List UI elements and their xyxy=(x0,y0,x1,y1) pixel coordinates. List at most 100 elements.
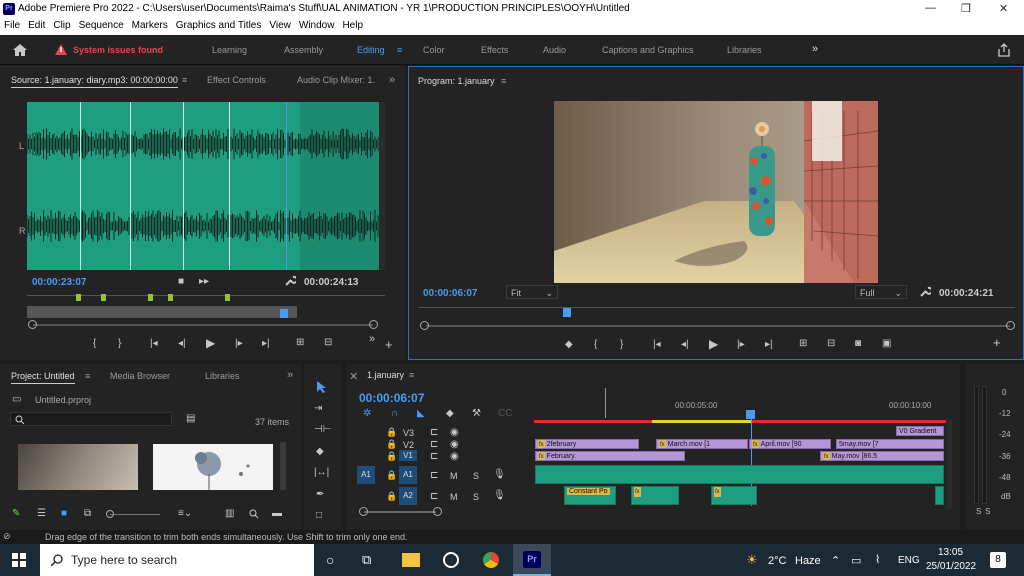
more-tabs-icon[interactable]: » xyxy=(389,74,395,86)
battery-icon[interactable]: ▭ xyxy=(851,554,861,567)
icon-view-icon[interactable]: ■ xyxy=(61,509,67,519)
clip-april[interactable]: fx April.mov [90 xyxy=(749,439,831,449)
source-marker-5[interactable] xyxy=(225,294,230,301)
audio-clip-a1[interactable] xyxy=(535,465,944,484)
project-menu-icon[interactable]: ≡ xyxy=(85,371,90,381)
go-to-out-icon[interactable]: ▸| xyxy=(262,339,270,349)
source-add-button-icon[interactable]: + xyxy=(385,338,393,351)
menu-help[interactable]: Help xyxy=(338,18,367,35)
rectangle-tool-icon[interactable]: □ xyxy=(316,511,322,521)
source-in-timecode[interactable]: 00:00:23:07 xyxy=(32,277,86,288)
extract-icon[interactable]: ⊟ xyxy=(827,339,835,349)
menu-file[interactable]: File xyxy=(0,18,24,35)
project-search-input[interactable] xyxy=(10,412,172,426)
step-forward-icon[interactable]: |▸ xyxy=(737,340,745,350)
quality-dropdown[interactable]: Full ⌄ xyxy=(855,285,907,299)
mute-button[interactable]: M xyxy=(450,471,458,481)
timeline-vertical-scroll[interactable] xyxy=(946,419,952,509)
menu-sequence[interactable]: Sequence xyxy=(75,18,128,35)
eye-icon[interactable]: ◉ xyxy=(450,428,459,438)
export-frame-icon[interactable]: ◙ xyxy=(855,339,861,349)
tab-project[interactable]: Project: Untitled xyxy=(11,371,75,384)
audio-clip-a2-4[interactable] xyxy=(935,486,944,505)
more-workspaces-icon[interactable]: » xyxy=(812,43,818,55)
weather-temp[interactable]: 2°C xyxy=(768,555,786,567)
mark-out-icon[interactable]: } xyxy=(620,340,623,350)
list-view-icon[interactable]: ☰ xyxy=(37,509,46,519)
clock-date[interactable]: 25/01/2022 xyxy=(926,561,976,572)
program-timecode[interactable]: 00:00:06:07 xyxy=(423,288,477,299)
source-playhead[interactable] xyxy=(286,102,287,270)
track-target-a1[interactable]: A1 xyxy=(399,466,417,484)
source-marker-3[interactable] xyxy=(148,294,153,301)
tab-program[interactable]: Program: 1.january xyxy=(418,76,495,88)
show-hidden-icons-icon[interactable]: ⌃ xyxy=(831,554,840,567)
source-patch-a1[interactable]: A1 xyxy=(357,466,375,484)
sync-lock-icon[interactable]: ⊏ xyxy=(430,440,438,450)
source-menu-icon[interactable]: ≡ xyxy=(182,75,187,85)
source-in-out-range[interactable] xyxy=(27,306,297,318)
source-more-icon[interactable]: » xyxy=(369,334,375,345)
lift-icon[interactable]: ⊞ xyxy=(799,339,807,349)
clip-may[interactable]: fx May.mov [86.5 xyxy=(820,451,944,461)
menu-markers[interactable]: Markers xyxy=(128,18,172,35)
wrench-icon[interactable] xyxy=(284,275,296,287)
captions-icon[interactable]: CC xyxy=(498,409,512,419)
add-marker-icon[interactable]: ◆ xyxy=(565,340,573,350)
wrench-icon[interactable] xyxy=(919,286,931,298)
insert-icon[interactable]: ▸▸ xyxy=(199,277,209,287)
program-zoom-bar[interactable] xyxy=(426,325,1010,327)
marker-icon[interactable]: ■ xyxy=(178,277,184,287)
pen-tool-icon[interactable]: ✒ xyxy=(316,490,324,500)
eye-icon[interactable]: ◉ xyxy=(450,452,459,462)
sync-lock-icon[interactable]: ⊏ xyxy=(430,428,438,438)
clip-march[interactable]: fx March.mov [1 xyxy=(656,439,748,449)
selection-tool-icon[interactable] xyxy=(316,380,328,394)
workspace-tab-audio[interactable]: Audio xyxy=(543,45,566,55)
track-target-v1[interactable]: V1 xyxy=(399,450,417,461)
clip-february[interactable]: fx February. xyxy=(535,451,685,461)
sync-lock-icon[interactable]: ⊏ xyxy=(430,452,438,462)
workspace-tab-libraries[interactable]: Libraries xyxy=(727,45,762,55)
track-select-tool-icon[interactable]: ⇥ xyxy=(314,404,322,414)
tab-audio-clip-mixer[interactable]: Audio Clip Mixer: 1. xyxy=(297,75,375,85)
sync-lock-icon[interactable]: ⊏ xyxy=(430,471,438,481)
add-marker-icon[interactable]: ◆ xyxy=(446,409,454,419)
audio-waveform[interactable] xyxy=(27,102,379,270)
clip-thumbnail-2[interactable] xyxy=(153,444,273,490)
clock-time[interactable]: 13:05 xyxy=(938,547,963,558)
step-forward-icon[interactable]: |▸ xyxy=(235,339,243,349)
insert-button-icon[interactable]: ⊞ xyxy=(296,338,304,348)
razor-tool-icon[interactable]: ◆ xyxy=(316,447,324,457)
premiere-taskbar-button[interactable]: Pr xyxy=(513,544,551,576)
source-zoom-bar[interactable] xyxy=(33,324,373,326)
program-playhead-handle[interactable] xyxy=(563,308,571,317)
tab-libraries[interactable]: Libraries xyxy=(205,371,240,381)
sync-lock-icon[interactable]: ⊏ xyxy=(430,492,438,502)
file-explorer-icon[interactable] xyxy=(402,553,420,567)
program-menu-icon[interactable]: ≡ xyxy=(501,76,506,86)
source-playhead-handle[interactable] xyxy=(280,309,288,318)
lock-icon[interactable]: 🔒 xyxy=(386,451,397,462)
audio-clip-constant-power[interactable]: Constant Po xyxy=(564,486,616,505)
mute-button[interactable]: M xyxy=(450,492,458,502)
clip-thumbnail-1[interactable] xyxy=(18,444,138,490)
step-back-icon[interactable]: ◂| xyxy=(178,339,186,349)
hamburger-menu-icon[interactable]: ≡ xyxy=(397,45,402,55)
overwrite-button-icon[interactable]: ⊟ xyxy=(324,338,332,348)
lock-icon[interactable]: 🔒 xyxy=(386,491,397,502)
new-folder-icon[interactable]: ▬ xyxy=(272,509,282,519)
go-to-in-icon[interactable]: |◂ xyxy=(653,340,661,350)
language-indicator[interactable]: ENG xyxy=(898,555,920,566)
close-tab-icon[interactable]: ✕ xyxy=(349,370,358,383)
timeline-scroll-left-handle[interactable] xyxy=(359,507,368,516)
menu-edit[interactable]: Edit xyxy=(24,18,49,35)
source-marker-4[interactable] xyxy=(168,294,173,301)
nest-icon[interactable]: ✲ xyxy=(363,409,371,419)
timeline-settings-icon[interactable]: ⚒ xyxy=(472,409,481,419)
workspace-tab-effects[interactable]: Effects xyxy=(481,45,508,55)
workspace-tab-editing[interactable]: Editing xyxy=(357,45,385,55)
share-icon[interactable] xyxy=(997,43,1011,57)
notification-badge[interactable]: 8 xyxy=(990,552,1006,568)
freeform-view-icon[interactable]: ⧉ xyxy=(84,509,91,519)
